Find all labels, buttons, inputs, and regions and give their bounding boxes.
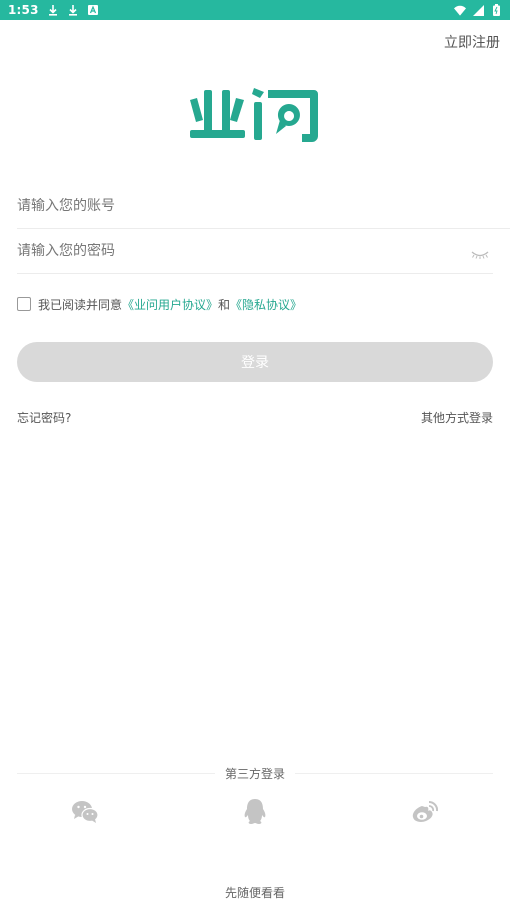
password-input[interactable]: [17, 243, 457, 259]
agreement-row: 我已阅读并同意 《业问用户协议》 和 《隐私协议》: [17, 295, 302, 313]
divider-line: [295, 772, 494, 774]
download-icon: [67, 4, 79, 16]
wechat-icon[interactable]: [70, 798, 100, 826]
divider-line: [17, 772, 215, 774]
notification-app-icon: [87, 4, 99, 16]
status-time: 1:53: [8, 3, 39, 17]
register-link[interactable]: 立即注册: [444, 32, 500, 52]
password-field-row: [17, 229, 493, 274]
qq-icon[interactable]: [240, 798, 270, 826]
weibo-icon[interactable]: [410, 798, 440, 826]
wifi-icon: [454, 4, 466, 16]
login-button[interactable]: 登录: [17, 342, 493, 382]
eye-closed-icon[interactable]: [471, 245, 489, 259]
browse-first-link[interactable]: 先随便看看: [0, 884, 510, 901]
status-bar: 1:53: [0, 0, 510, 20]
agreement-checkbox[interactable]: [17, 297, 31, 311]
battery-icon: [490, 4, 502, 16]
agreement-text: 我已阅读并同意: [38, 297, 123, 312]
third-party-title: 第三方登录: [225, 766, 286, 781]
privacy-agreement-link[interactable]: 《隐私协议》: [230, 296, 302, 313]
account-input[interactable]: [17, 198, 457, 214]
other-login-link[interactable]: 其他方式登录: [421, 409, 493, 426]
app-logo: [190, 86, 320, 146]
third-party-divider: 第三方登录: [17, 764, 494, 782]
user-agreement-link[interactable]: 《业问用户协议》: [122, 296, 218, 313]
signal-icon: [472, 4, 484, 16]
download-icon: [47, 4, 59, 16]
forgot-password-link[interactable]: 忘记密码?: [17, 409, 71, 426]
account-field-row: [17, 184, 510, 229]
agreement-and-text: 和: [218, 297, 231, 312]
